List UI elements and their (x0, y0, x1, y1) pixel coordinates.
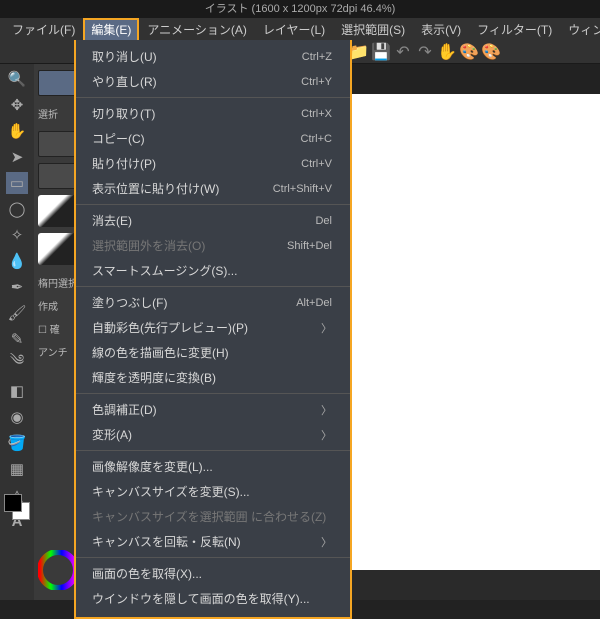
menu-paste[interactable]: 貼り付け(P)Ctrl+V (76, 151, 350, 176)
gradient-tool-icon[interactable]: ▦ (6, 458, 28, 480)
menu-resolution[interactable]: 画像解像度を変更(L)... (76, 454, 350, 479)
marquee-tool-icon[interactable]: ▭ (6, 172, 28, 194)
eraser-tool-icon[interactable]: ◧ (6, 380, 28, 402)
subtool-rect-select[interactable] (38, 70, 78, 96)
pointer-tool-icon[interactable]: ➤ (6, 146, 28, 168)
menu-file[interactable]: ファイル(F) (4, 18, 83, 41)
brush-preview-1[interactable] (38, 195, 78, 227)
subtool-ellipse[interactable] (38, 131, 78, 157)
menu-rotate-canvas[interactable]: キャンバスを回転・反転(N)〉 (76, 529, 350, 554)
menu-bar: ファイル(F) 編集(E) アニメーション(A) レイヤー(L) 選択範囲(S)… (0, 18, 600, 40)
menu-auto-colorize[interactable]: 自動彩色(先行プレビュー)(P)〉 (76, 315, 350, 340)
folder-icon[interactable]: 📁 (350, 43, 368, 61)
chevron-right-icon: 〉 (321, 534, 332, 550)
wand-tool-icon[interactable]: ✧ (6, 224, 28, 246)
separator (76, 557, 350, 558)
zoom-tool-icon[interactable]: 🔍 (6, 68, 28, 90)
fg-color-swatch[interactable] (4, 494, 22, 512)
menu-undo[interactable]: 取り消し(U)Ctrl+Z (76, 44, 350, 69)
separator (76, 450, 350, 451)
eyedropper-tool-icon[interactable]: 💧 (6, 250, 28, 272)
menu-fit-canvas: キャンバスサイズを選択範囲 に合わせる(Z) (76, 504, 350, 529)
chevron-right-icon: 〉 (321, 427, 332, 443)
separator (76, 97, 350, 98)
menu-paste-in-place[interactable]: 表示位置に貼り付け(W)Ctrl+Shift+V (76, 176, 350, 201)
hand-tool-icon[interactable]: ✋ (6, 120, 28, 142)
subtool-ellipse2[interactable] (38, 163, 78, 189)
menu-cut[interactable]: 切り取り(T)Ctrl+X (76, 101, 350, 126)
chevron-right-icon: 〉 (321, 402, 332, 418)
menu-canvas-size[interactable]: キャンバスサイズを変更(S)... (76, 479, 350, 504)
menu-copy[interactable]: コピー(C)Ctrl+C (76, 126, 350, 151)
hand-icon[interactable]: ✋ (438, 43, 456, 61)
menu-luminance[interactable]: 輝度を透明度に変換(B) (76, 365, 350, 390)
tool-palette: 🔍 ✥ ✋ ➤ ▭ ◯ ✧ 💧 ✒ 🖌 ✎ ༄ ◧ ◉ 🪣 ▦ △ A (0, 64, 34, 600)
menu-hide-screen-color[interactable]: ウインドウを隠して画面の色を取得(Y)... (76, 586, 350, 611)
window-title: イラスト (1600 x 1200px 72dpi 46.4%) (0, 0, 600, 18)
menu-transform[interactable]: 変形(A)〉 (76, 422, 350, 447)
menu-filter[interactable]: フィルター(T) (469, 18, 560, 41)
menu-erase-outside: 選択範囲外を消去(O)Shift+Del (76, 233, 350, 258)
menu-animation[interactable]: アニメーション(A) (139, 18, 255, 41)
pen-tool-icon[interactable]: ✒ (6, 276, 28, 298)
color-wheel[interactable] (38, 550, 78, 590)
menu-smart-smoothing[interactable]: スマートスムージング(S)... (76, 258, 350, 283)
save-icon[interactable]: 💾 (372, 43, 390, 61)
separator (76, 393, 350, 394)
menu-screen-color[interactable]: 画面の色を取得(X)... (76, 561, 350, 586)
menu-window[interactable]: ウィンドウ(W) (560, 18, 600, 41)
menu-select[interactable]: 選択範囲(S) (333, 18, 413, 41)
menu-layer[interactable]: レイヤー(L) (255, 18, 333, 41)
menu-tonal[interactable]: 色調補正(D)〉 (76, 397, 350, 422)
undo-icon[interactable]: ↶ (394, 43, 412, 61)
menu-line-to-draw[interactable]: 線の色を描画色に変更(H) (76, 340, 350, 365)
menu-edit[interactable]: 編集(E) (83, 18, 139, 41)
brush-preview-2[interactable] (38, 233, 78, 265)
menu-erase[interactable]: 消去(E)Del (76, 208, 350, 233)
edit-menu-dropdown: 取り消し(U)Ctrl+Z やり直し(R)Ctrl+Y 切り取り(T)Ctrl+… (74, 40, 352, 619)
separator (76, 204, 350, 205)
fill-tool-icon[interactable]: 🪣 (6, 432, 28, 454)
redo-icon[interactable]: ↷ (416, 43, 434, 61)
chevron-right-icon: 〉 (321, 320, 332, 336)
menu-fill[interactable]: 塗りつぶし(F)Alt+Del (76, 290, 350, 315)
airbrush-tool-icon[interactable]: ༄ (6, 354, 28, 376)
menu-redo[interactable]: やり直し(R)Ctrl+Y (76, 69, 350, 94)
menu-view[interactable]: 表示(V) (413, 18, 469, 41)
palette-icon[interactable]: 🎨 (460, 43, 478, 61)
lasso-tool-icon[interactable]: ◯ (6, 198, 28, 220)
blend-tool-icon[interactable]: ◉ (6, 406, 28, 428)
brush-tool-icon[interactable]: 🖌 (6, 302, 28, 324)
separator (76, 286, 350, 287)
palette2-icon[interactable]: 🎨 (482, 43, 500, 61)
move-tool-icon[interactable]: ✥ (6, 94, 28, 116)
